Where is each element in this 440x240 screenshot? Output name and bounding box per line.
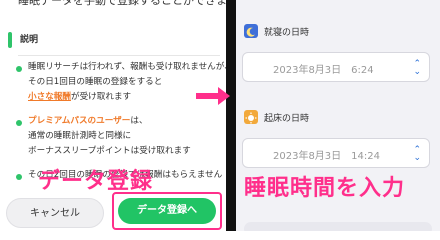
premium-highlight: プレミアムパスのユーザー [28,116,131,126]
waketime-value: 2023年8月3日 14:24 [273,151,380,162]
list-item: 睡眠リサーチは行われず、報酬も受け取れませんが、 [28,62,226,72]
chevron-updown-icon: ⌃ ⌄ [413,145,421,163]
bedtime-picker[interactable]: 2023年8月3日 6:24 ⌃ ⌄ [242,52,430,82]
waketime-label: 起床の日時 [264,114,310,124]
bullet-icon [16,66,22,72]
list-item-line: その日1回目の睡眠の登録をすると [28,77,163,87]
moon-icon [244,24,258,38]
manual-entry-panel: 睡眠データを手動で登録することができます 説明 睡眠リサーチは行われず、報酬も受… [0,0,226,231]
list-item-line: 通常の睡眠計測時と同様に [28,131,132,141]
button-row: キャンセル データ登録へ [0,190,226,231]
annotation-input-sleep-time: 睡眠時間を入力 [244,176,406,201]
reward-highlight: 小さな報酬 [28,92,71,102]
register-data-button[interactable]: データ登録へ [118,198,216,224]
list-item-line: ボーナススリープポイントは受け取れます [28,146,191,156]
arrow-icon [196,87,230,105]
divider [18,55,220,56]
section-title: 説明 [20,35,39,45]
list-item-line: 小さな報酬が受け取れます [28,92,132,102]
bullet-icon [16,174,22,180]
list-item: プレミアムパスのユーザーは、 [28,116,148,126]
bullet-icon [16,120,22,126]
chevron-updown-icon: ⌃ ⌄ [413,59,421,77]
bedtime-label: 就寝の日時 [264,28,310,38]
description-text: 睡眠データを手動で登録することができます [18,0,226,7]
waketime-picker[interactable]: 2023年8月3日 14:24 ⌃ ⌄ [242,138,430,168]
cancel-button[interactable]: キャンセル [6,198,104,228]
section-accent-bar [8,32,12,48]
sun-icon [244,110,258,124]
bottom-button-strip [244,222,432,231]
bedtime-value: 2023年8月3日 6:24 [273,65,374,76]
panel-divider [226,0,236,231]
